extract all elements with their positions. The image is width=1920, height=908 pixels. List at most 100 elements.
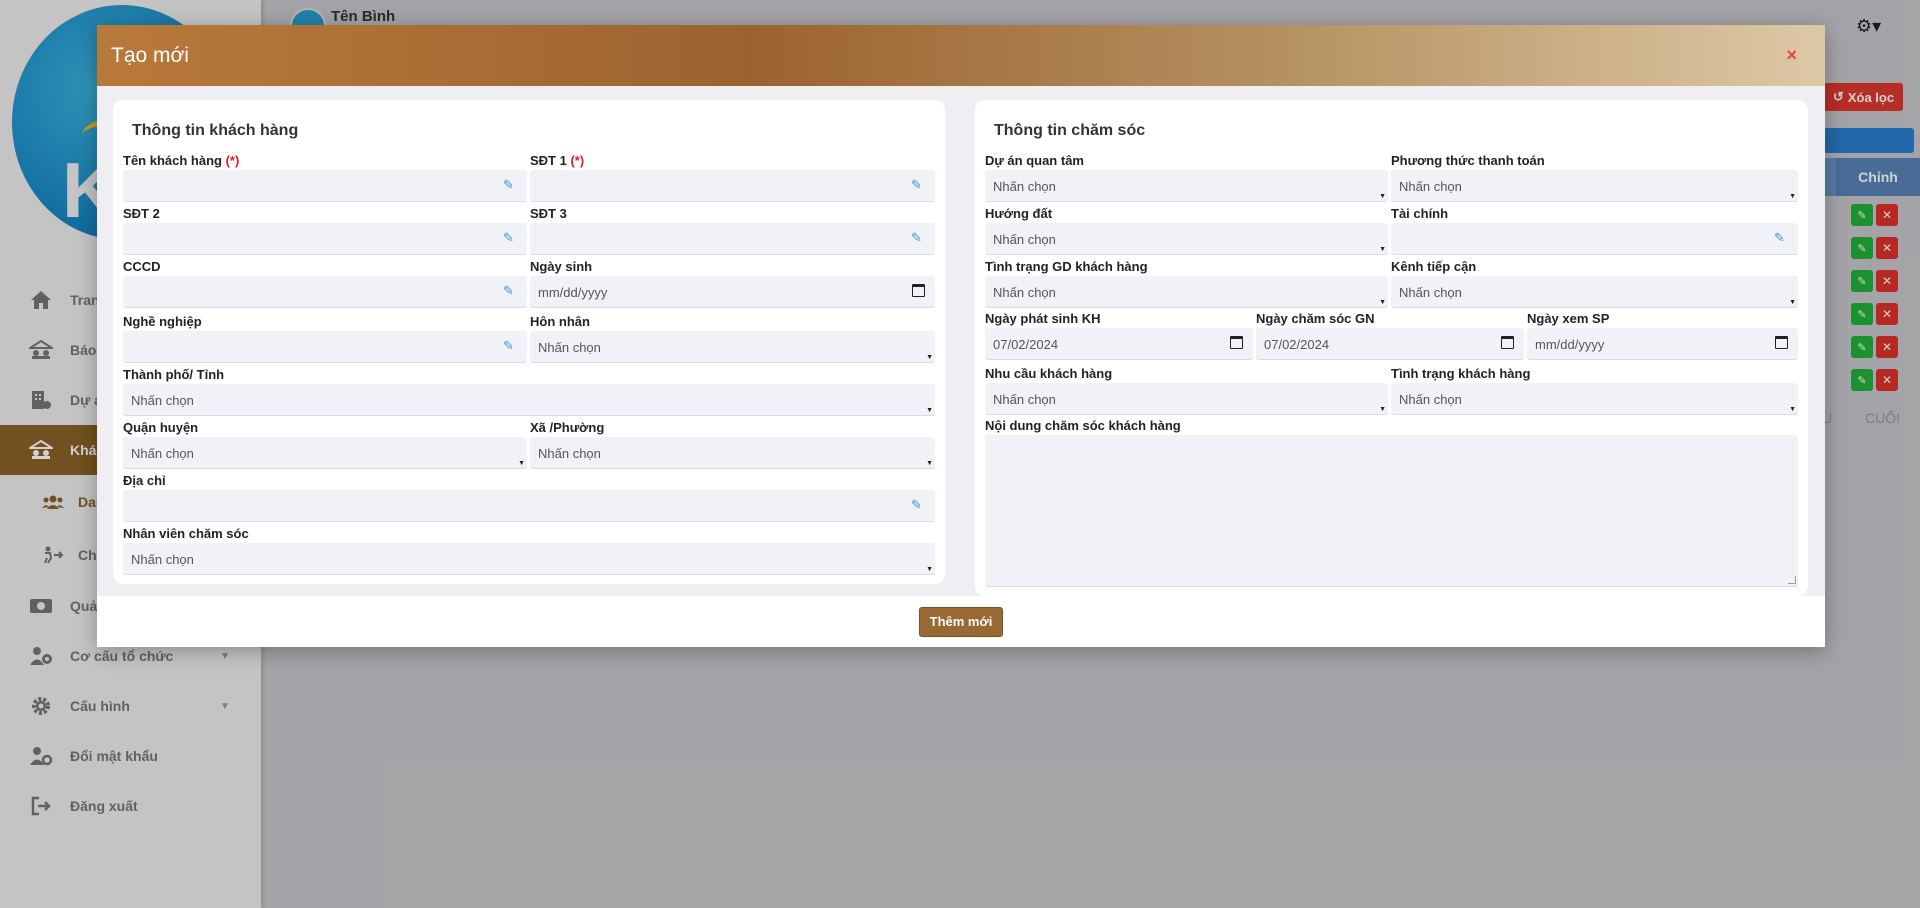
direction-label: Hướng đất [985, 206, 1053, 221]
pencil-icon: ✎ [503, 177, 514, 192]
phone1-label: SĐT 1 (*) [530, 153, 584, 168]
caret-down-icon: ▼ [1379, 193, 1386, 200]
city-label: Thành phố/ Tỉnh [123, 367, 225, 382]
caret-down-icon: ▼ [1379, 299, 1386, 306]
phone1-input[interactable]: ✎ [530, 170, 935, 202]
date-placeholder: mm/dd/yyyy [538, 285, 608, 300]
add-new-button[interactable]: Thêm mới [919, 606, 1003, 637]
caret-down-icon: ▼ [1789, 299, 1796, 306]
care-info-card: Thông tin chăm sóc Dự án quan tâm Nhấn c… [975, 100, 1808, 596]
care-date-value: 07/02/2024 [1264, 337, 1330, 352]
payment-select[interactable]: Nhấn chọn ▼ [1391, 170, 1798, 202]
calendar-icon[interactable] [1501, 336, 1514, 349]
pencil-icon: ✎ [911, 230, 922, 245]
select-placeholder: Nhấn chọn [131, 552, 194, 567]
caret-down-icon: ▼ [926, 407, 933, 414]
view-date-label: Ngày xem SP [1527, 311, 1610, 326]
marital-label: Hôn nhân [530, 314, 590, 329]
calendar-icon[interactable] [912, 284, 925, 297]
transaction-status-select[interactable]: Nhấn chọn ▼ [985, 276, 1388, 308]
select-placeholder: Nhấn chọn [1399, 179, 1462, 194]
ward-label: Xã /Phường [530, 420, 605, 435]
id-card-input[interactable]: ✎ [123, 276, 527, 308]
pencil-icon: ✎ [911, 177, 922, 192]
select-placeholder: Nhấn chọn [1399, 392, 1462, 407]
city-select[interactable]: Nhấn chọn ▼ [123, 384, 935, 416]
finance-input[interactable]: ✎ [1391, 223, 1798, 255]
caret-down-icon: ▼ [926, 460, 933, 467]
select-placeholder: Nhấn chọn [538, 446, 601, 461]
district-label: Quận huyện [123, 420, 199, 435]
customer-info-title: Thông tin khách hàng [132, 122, 299, 139]
channel-select[interactable]: Nhấn chọn ▼ [1391, 276, 1798, 308]
arise-date-value: 07/02/2024 [993, 337, 1059, 352]
pencil-icon: ✎ [911, 497, 922, 512]
select-placeholder: Nhấn chọn [1399, 285, 1462, 300]
pencil-icon: ✎ [503, 230, 514, 245]
caret-down-icon: ▼ [926, 566, 933, 573]
caret-down-icon: ▼ [518, 460, 525, 467]
calendar-icon[interactable] [1230, 336, 1243, 349]
calendar-icon[interactable] [1775, 336, 1788, 349]
modal-footer: Thêm mới [97, 596, 1825, 647]
address-input[interactable]: ✎ [123, 490, 935, 522]
care-info-title: Thông tin chăm sóc [994, 122, 1146, 139]
arise-date-label: Ngày phát sinh KH [985, 311, 1101, 326]
needs-select[interactable]: Nhấn chọn ▼ [985, 383, 1388, 415]
care-date-input[interactable]: 07/02/2024 [1256, 328, 1524, 360]
select-placeholder: Nhấn chọn [993, 179, 1056, 194]
create-modal: Tạo mới × Thông tin khách hàng Tên khách… [97, 25, 1825, 647]
care-content-textarea[interactable] [985, 435, 1798, 587]
customer-status-select[interactable]: Nhấn chọn ▼ [1391, 383, 1798, 415]
ward-select[interactable]: Nhấn chọn ▼ [530, 437, 935, 469]
care-content-label: Nội dung chăm sóc khách hàng [985, 418, 1181, 433]
resize-grip-icon[interactable] [1788, 576, 1796, 584]
arise-date-input[interactable]: 07/02/2024 [985, 328, 1253, 360]
phone2-input[interactable]: ✎ [123, 223, 527, 255]
name-input[interactable]: ✎ [123, 170, 527, 202]
staff-select[interactable]: Nhấn chọn ▼ [123, 543, 935, 575]
modal-title: Tạo mới [111, 43, 189, 67]
caret-down-icon: ▼ [1789, 406, 1796, 413]
required-mark: (*) [225, 153, 240, 168]
name-label-text: Tên khách hàng [123, 153, 222, 168]
district-select[interactable]: Nhấn chọn ▼ [123, 437, 527, 469]
pencil-icon: ✎ [503, 338, 514, 353]
close-icon[interactable]: × [1786, 45, 1797, 66]
project-label: Dự án quan tâm [985, 153, 1084, 168]
care-date-label: Ngày chăm sóc GN [1256, 311, 1375, 326]
caret-down-icon: ▼ [1789, 193, 1796, 200]
phone1-label-text: SĐT 1 [530, 153, 567, 168]
modal-body: Thông tin khách hàng Tên khách hàng (*) … [97, 86, 1825, 596]
select-placeholder: Nhấn chọn [993, 232, 1056, 247]
phone2-label: SĐT 2 [123, 206, 160, 221]
caret-down-icon: ▼ [926, 354, 933, 361]
phone3-input[interactable]: ✎ [530, 223, 935, 255]
select-placeholder: Nhấn chọn [131, 446, 194, 461]
birthday-label: Ngày sinh [530, 259, 593, 274]
caret-down-icon: ▼ [1379, 406, 1386, 413]
job-input[interactable]: ✎ [123, 331, 527, 363]
payment-label: Phương thức thanh toán [1391, 153, 1545, 168]
customer-status-label: Tình trạng khách hàng [1391, 366, 1531, 381]
view-date-value: mm/dd/yyyy [1535, 337, 1605, 352]
id-card-label: CCCD [123, 259, 161, 274]
pencil-icon: ✎ [503, 283, 514, 298]
required-mark: (*) [570, 153, 585, 168]
birthday-input[interactable]: mm/dd/yyyy [530, 276, 935, 308]
job-label: Nghề nghiệp [123, 314, 202, 329]
direction-select[interactable]: Nhấn chọn ▼ [985, 223, 1388, 255]
select-placeholder: Nhấn chọn [538, 340, 601, 355]
view-date-input[interactable]: mm/dd/yyyy [1527, 328, 1798, 360]
select-placeholder: Nhấn chọn [993, 392, 1056, 407]
transaction-status-label: Tình trạng GD khách hàng [985, 259, 1148, 274]
caret-down-icon: ▼ [1379, 246, 1386, 253]
modal-header: Tạo mới × [97, 25, 1825, 86]
phone3-label: SĐT 3 [530, 206, 567, 221]
needs-label: Nhu cầu khách hàng [985, 366, 1113, 381]
pencil-icon: ✎ [1774, 230, 1785, 245]
customer-info-card: Thông tin khách hàng Tên khách hàng (*) … [113, 100, 945, 584]
select-placeholder: Nhấn chọn [131, 393, 194, 408]
project-select[interactable]: Nhấn chọn ▼ [985, 170, 1388, 202]
marital-select[interactable]: Nhấn chọn ▼ [530, 331, 935, 363]
